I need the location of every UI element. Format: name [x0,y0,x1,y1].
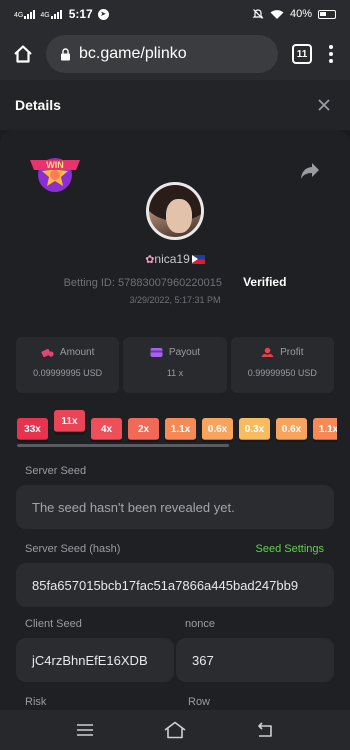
multiplier-chip: 11x [54,410,85,435]
status-bar: 4G 4G 5:17 ➤ 40% [0,0,350,28]
close-button[interactable] [313,94,335,117]
betting-id-label: Betting ID: [63,277,115,289]
row-label: Row [188,696,211,708]
home-button[interactable] [10,41,36,67]
tab-switcher-button[interactable]: 11 [292,44,312,64]
battery-percent: 40% [289,8,312,20]
dot-icon [329,45,333,49]
verified-badge: Verified [243,275,287,289]
multiplier-row[interactable]: 33x 11x 4x 2x 1.1x 0.6x 0.3x 0.6x 1.1x [17,408,337,442]
nonce-label: nonce [185,618,215,630]
betting-id-value: 57883007960220015 [117,277,222,289]
browser-toolbar: bc.game/plinko 11 [0,28,350,80]
profit-icon [261,347,274,357]
client-seed-label: Client Seed [25,618,82,630]
dot-icon [329,59,333,63]
betting-id-row: Betting ID: 57883007960220015 Verified [0,275,350,289]
server-seed-field[interactable]: The seed hasn't been revealed yet. [16,485,334,529]
payout-card: Payout 11 x [123,337,227,393]
client-seed-field[interactable]: jC4rzBhnEfE16XDB [16,638,174,682]
bet-datetime: 3/29/2022, 5:17:31 PM [129,295,221,305]
coins-icon [41,348,54,358]
multiplier-chip: 0.3x [239,418,270,442]
signal-icon: 4G [14,9,36,19]
url-text: bc.game/plinko [79,45,187,62]
server-seed-hash-label: Server Seed (hash) [25,543,121,555]
more-menu-button[interactable] [322,45,340,63]
multiplier-chip: 1.1x [313,418,337,442]
share-button[interactable] [300,162,320,180]
nonce-field[interactable]: 367 [176,638,334,682]
back-button[interactable] [253,718,277,742]
multiplier-chip: 0.6x [202,418,233,442]
profit-label: Profit [280,347,304,358]
amount-label: Amount [59,347,95,358]
multiplier-chip: 2x [128,418,159,442]
server-seed-hash-field[interactable]: 85fa657015bcb17fac51a7866a445bad247bb9 [16,563,334,607]
multiplier-chip: 0.6x [276,418,307,442]
close-icon [318,98,330,111]
username[interactable]: nica19 [154,252,189,266]
details-header: Details [0,80,350,130]
risk-label: Risk [25,696,47,708]
payout-label: Payout [168,347,201,358]
system-nav-bar [0,710,350,750]
payout-value: 11 x [166,368,184,378]
wifi-icon [270,9,284,19]
home-nav-icon [164,721,186,739]
multiplier-chip: 1.1x [165,418,196,442]
server-seed-label: Server Seed [25,465,87,477]
mute-icon [252,9,264,19]
home-nav-button[interactable] [163,718,187,742]
multiplier-chip: 4x [91,418,122,442]
lock-icon [61,47,70,60]
back-icon [258,722,272,737]
menu-lines-icon [77,724,93,736]
share-icon [301,163,319,179]
amount-card: Amount 0.09999995 USD [16,337,120,393]
stat-cards: Amount 0.09999995 USD Payout 11 x Profit [16,337,334,393]
seed-settings-link[interactable]: Seed Settings [256,543,325,555]
signal-icon: 4G [40,9,62,19]
wallet-icon [150,348,163,357]
profit-value: 0.99999950 USD [247,368,317,378]
win-badge: WIN [30,158,80,192]
bet-details-panel: WIN ✿nica19 Betting ID: 5788300796022001… [0,130,350,710]
dot-icon [329,52,333,56]
username-row: ✿nica19 [0,252,350,266]
home-icon [14,45,32,63]
address-bar[interactable]: bc.game/plinko [46,35,278,73]
recent-apps-button[interactable] [73,718,97,742]
amount-value: 0.09999995 USD [33,368,103,378]
status-time: 5:17 [68,7,93,21]
battery-icon [318,9,336,19]
telegram-icon: ➤ [97,8,109,20]
avatar [146,182,204,240]
multiplier-scrollbar[interactable] [17,444,229,447]
win-badge-text: WIN [46,160,64,170]
profit-card: Profit 0.99999950 USD [230,337,334,393]
page-title: Details [15,97,61,113]
multiplier-chip: 33x [17,418,48,442]
philippines-flag-icon [191,255,205,264]
